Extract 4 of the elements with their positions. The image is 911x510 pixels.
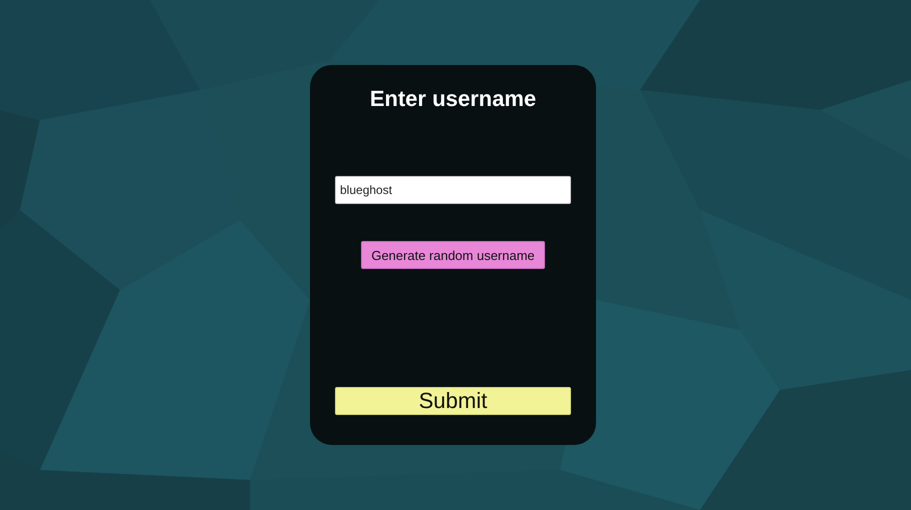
username-field[interactable]: blueghost: [335, 176, 571, 204]
card-title: Enter username: [370, 85, 536, 113]
submit-button[interactable]: Submit: [335, 387, 571, 415]
generate-button[interactable]: Generate random username: [361, 241, 545, 269]
